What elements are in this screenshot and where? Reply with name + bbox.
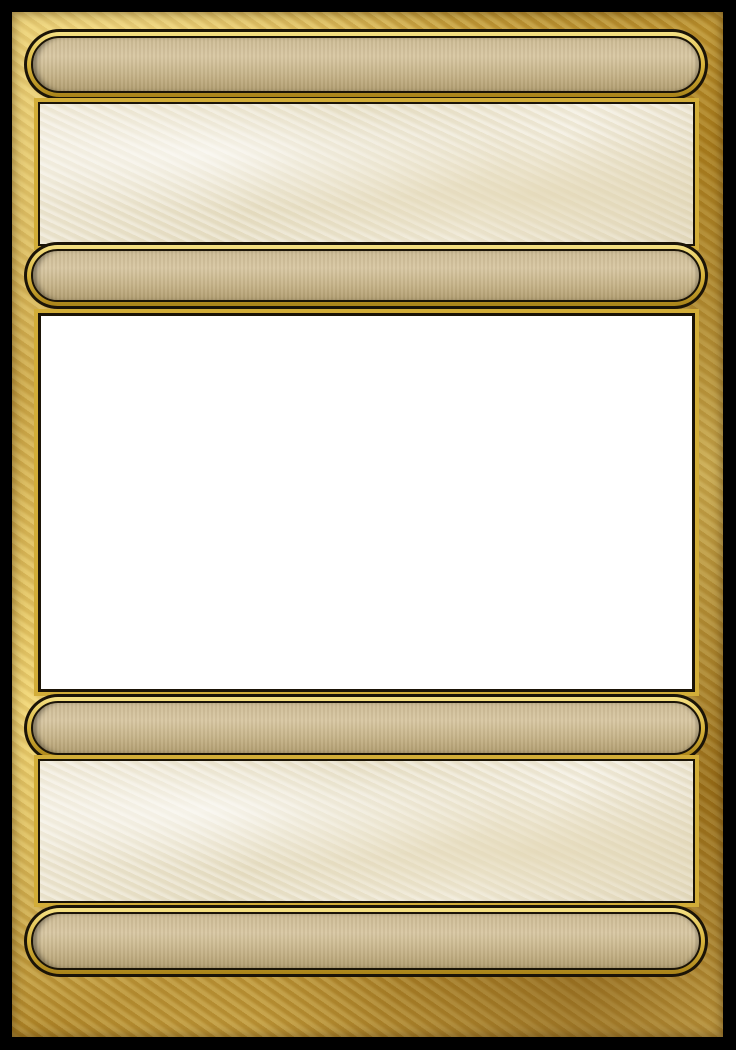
upper-text-panel-fill — [40, 104, 693, 244]
type-bar-plate — [31, 249, 701, 302]
lower-text-panel-fill — [40, 761, 693, 901]
effect-bar — [24, 694, 708, 762]
art-window-fill — [41, 316, 692, 689]
lower-text-panel — [34, 755, 699, 907]
effect-bar-plate — [31, 701, 701, 755]
footer-bar — [24, 905, 708, 977]
footer-bar-trim — [27, 908, 705, 974]
art-window — [34, 309, 699, 696]
type-bar — [24, 242, 708, 309]
type-bar-trim — [27, 245, 705, 306]
card-template — [0, 0, 736, 1050]
footer-bar-plate — [31, 912, 701, 970]
effect-bar-trim — [27, 697, 705, 759]
upper-text-panel — [34, 98, 699, 250]
title-bar — [24, 29, 708, 100]
title-bar-plate — [31, 36, 701, 93]
title-bar-trim — [27, 32, 705, 97]
